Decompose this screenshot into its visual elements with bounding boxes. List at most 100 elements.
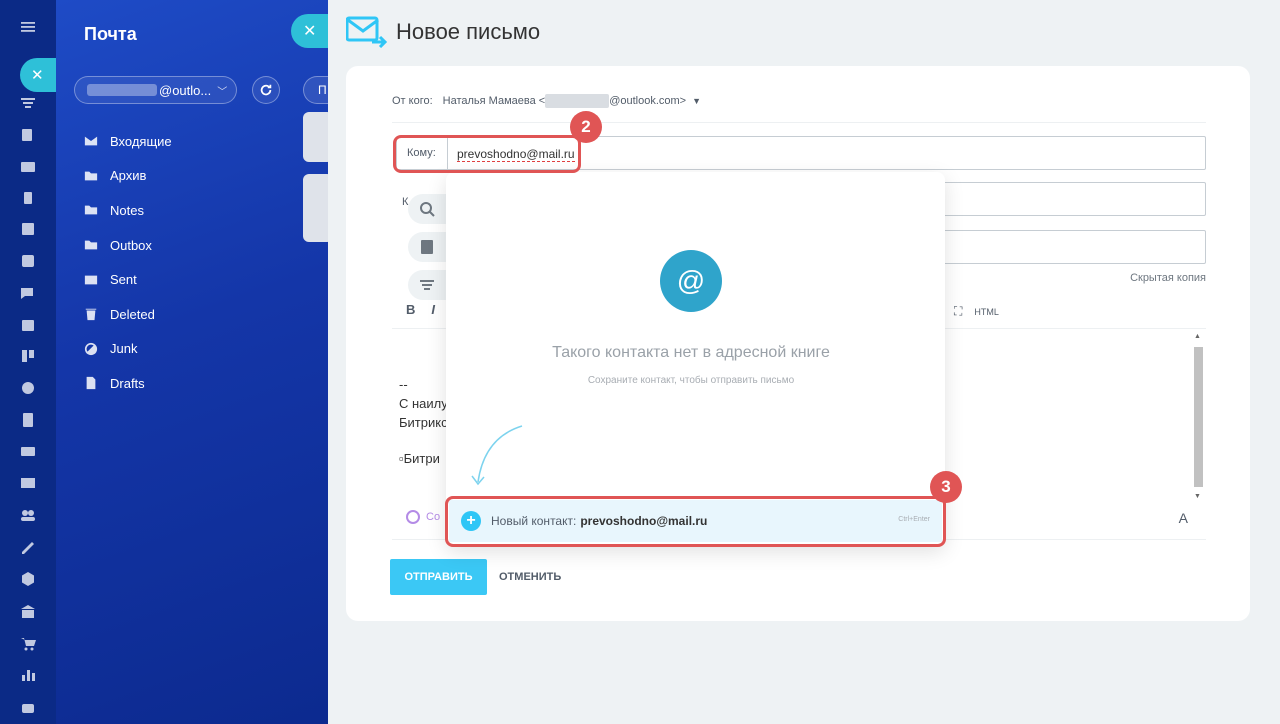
highlight-to-field [393, 135, 581, 173]
fullscreen-icon[interactable]: ⛶ [954, 304, 962, 319]
copilot-button[interactable]: Co [406, 510, 440, 524]
bcc-link[interactable]: Скрытая копия [1130, 272, 1206, 284]
address-book-button[interactable] [408, 232, 448, 262]
calendar-icon[interactable] [17, 314, 39, 336]
copilot-icon [406, 510, 420, 524]
folder-icon [84, 171, 98, 181]
store-icon[interactable] [17, 440, 39, 462]
checklist-icon[interactable] [17, 250, 39, 272]
folder-label: Junk [110, 341, 138, 357]
toolbar-right: ⛶ HTML [954, 304, 999, 319]
mail-icon[interactable] [17, 472, 39, 494]
hexagon-icon[interactable] [17, 568, 39, 590]
scroll-thumb[interactable] [1194, 347, 1203, 487]
refresh-icon [260, 84, 272, 96]
folder-label: Входящие [110, 133, 172, 149]
italic-button[interactable]: I [431, 302, 435, 317]
from-label: От кого: [392, 95, 433, 107]
mail-send-icon [346, 16, 388, 48]
account-suffix: @outlo... [159, 82, 212, 98]
folder-list: Входящие Архив Notes Outbox Sent Deleted… [84, 124, 172, 401]
mail-panel: Почта @outlo... ﹀ Входящие Архив Notes O… [56, 0, 343, 724]
from-name: Наталья Мамаева < [442, 95, 546, 107]
scroll-up-icon[interactable]: ▲ [1194, 333, 1201, 340]
from-row[interactable]: От кого: Наталья Мамаева < @outlook.com>… [392, 94, 701, 108]
mail-title: Почта [84, 24, 137, 44]
filter-icon [420, 280, 434, 290]
bank-icon[interactable] [17, 601, 39, 623]
contact-popup: @ Такого контакта нет в адресной книге С… [446, 172, 945, 546]
close-icon[interactable]: ✕ [20, 58, 56, 92]
folder-label: Sent [110, 272, 137, 288]
from-domain: @outlook.com> [609, 95, 687, 107]
folder-drafts[interactable]: Drafts [84, 366, 172, 401]
bold-button[interactable]: B [406, 302, 415, 317]
broken-image: ▫Битри [399, 451, 440, 466]
close-icon: ✕ [303, 23, 317, 40]
folder-junk[interactable]: Junk [84, 332, 172, 367]
folder-label: Drafts [110, 375, 145, 391]
folder-label: Deleted [110, 306, 155, 322]
editor-text: -- С наилу Битрикс ▫Битри [399, 375, 448, 468]
address-book-icon [421, 240, 433, 254]
popup-title: Такого контакта нет в адресной книге [552, 344, 830, 361]
widgets-icon[interactable] [17, 187, 39, 209]
folder-label: Архив [110, 168, 147, 184]
document-icon[interactable] [17, 409, 39, 431]
filter-icon[interactable] [17, 92, 39, 114]
search-icon [420, 202, 435, 217]
kanban-icon[interactable] [17, 345, 39, 367]
account-select[interactable]: @outlo... ﹀ [74, 76, 237, 104]
goals-icon[interactable] [17, 377, 39, 399]
signature-line: -- [399, 377, 408, 392]
signature-icon[interactable] [17, 536, 39, 558]
at-icon: @ [660, 250, 722, 312]
scroll-down-icon[interactable]: ▼ [1194, 493, 1201, 500]
contacts-icon[interactable] [17, 156, 39, 178]
folder-icon [84, 240, 98, 250]
folder-notes[interactable]: Notes [84, 193, 172, 228]
block-icon [84, 342, 98, 355]
refresh-button[interactable] [252, 76, 280, 104]
sent-icon [84, 275, 98, 285]
feed-icon[interactable] [17, 218, 39, 240]
close-slider-button[interactable]: ✕ [291, 14, 329, 48]
cc-field[interactable] [934, 182, 1206, 216]
folder-label: Outbox [110, 237, 152, 253]
redacted-account [87, 84, 157, 96]
copilot-label: Co [426, 511, 441, 523]
font-button[interactable]: A [1179, 510, 1188, 526]
bcc-field[interactable] [934, 230, 1206, 264]
analytics-icon[interactable] [17, 664, 39, 686]
folder-inbox[interactable]: Входящие [84, 124, 172, 159]
drafts-icon [86, 377, 96, 390]
cart-icon[interactable] [17, 633, 39, 655]
chat-icon[interactable] [17, 283, 39, 305]
folder-icon [84, 206, 98, 215]
robot-icon[interactable] [17, 696, 39, 718]
folder-archive[interactable]: Архив [84, 159, 172, 194]
inbox-icon [84, 136, 98, 146]
chevron-down-icon[interactable]: ▼ [692, 96, 701, 106]
trash-icon [85, 309, 97, 321]
search-contact-button[interactable] [408, 194, 448, 224]
step-badge: 2 [570, 111, 602, 143]
tasks-icon[interactable] [17, 124, 39, 146]
scrollbar[interactable]: ▲ ▼ [1192, 333, 1204, 501]
format-toolbar: B I [406, 302, 451, 317]
folder-outbox[interactable]: Outbox [84, 228, 172, 263]
folder-deleted[interactable]: Deleted [84, 297, 172, 332]
left-rail: ✕ [0, 0, 56, 724]
page-title: Новое письмо [396, 19, 541, 44]
html-button[interactable]: HTML [974, 307, 999, 317]
folder-sent[interactable]: Sent [84, 262, 172, 297]
cancel-button[interactable]: ОТМЕНИТЬ [499, 571, 561, 583]
menu-icon[interactable] [17, 16, 39, 38]
divider [392, 122, 1206, 123]
filter-button[interactable] [408, 270, 448, 300]
popup-subtitle: Сохраните контакт, чтобы отправить письм… [587, 375, 795, 386]
team-icon[interactable] [17, 504, 39, 526]
redacted-email [545, 94, 610, 108]
send-button[interactable]: ОТПРАВИТЬ [390, 559, 487, 595]
step-badge: 3 [930, 471, 962, 503]
